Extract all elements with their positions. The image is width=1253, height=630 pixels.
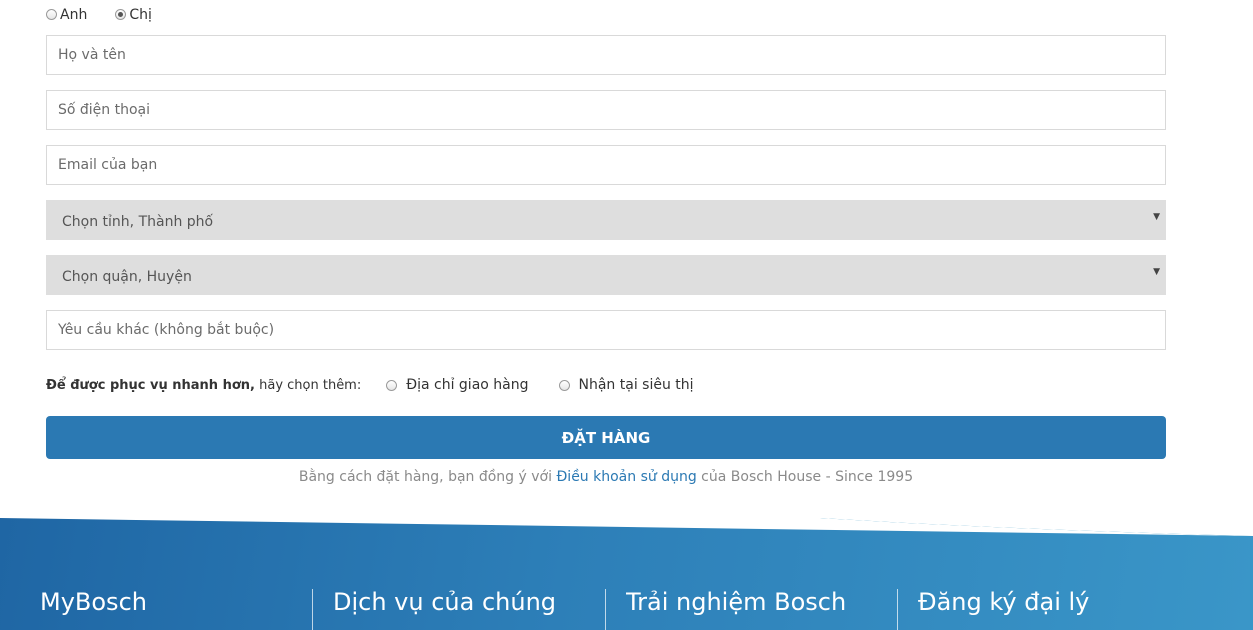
terms-text: Bằng cách đặt hàng, bạn đồng ý với Điều …: [46, 469, 1166, 485]
phone-placeholder: Số điện thoại: [58, 102, 151, 118]
phone-field[interactable]: Số điện thoại: [46, 90, 1166, 130]
note-placeholder: Yêu cầu khác (không bắt buộc): [58, 322, 275, 338]
radio-icon[interactable]: [558, 379, 570, 391]
email-placeholder: Email của bạn: [58, 157, 158, 173]
footer: MyBosch Dịch vụ của chúng Trải nghiệm Bo…: [0, 518, 1253, 630]
chevron-down-icon: ▼: [1153, 267, 1160, 277]
radio-icon[interactable]: [386, 379, 398, 391]
district-select-value: Chọn quận, Huyện: [62, 269, 192, 285]
footer-wave-decoration: [0, 518, 1253, 536]
gender-label-anh: Anh: [60, 7, 88, 23]
footer-heading-experience[interactable]: Trải nghiệm Bosch: [626, 588, 886, 630]
footer-heading-services[interactable]: Dịch vụ của chúng: [333, 588, 593, 630]
footer-divider: [897, 589, 898, 630]
delivery-label-address: Địa chỉ giao hàng: [406, 377, 529, 393]
name-placeholder: Họ và tên: [58, 47, 126, 63]
district-select[interactable]: Chọn quận, Huyện ▼: [46, 255, 1166, 295]
delivery-lead-rest: hãy chọn thêm:: [259, 377, 362, 393]
terms-link[interactable]: Điều khoản sử dụng: [556, 469, 696, 485]
delivery-lead-text: Để được phục vụ nhanh hơn, hãy chọn thêm…: [46, 378, 361, 393]
city-select[interactable]: Chọn tỉnh, Thành phố ▼: [46, 200, 1166, 240]
city-select-value: Chọn tỉnh, Thành phố: [62, 214, 214, 230]
footer-heading-mybosch[interactable]: MyBosch: [40, 588, 300, 630]
delivery-option-store[interactable]: Nhận tại siêu thị: [558, 377, 694, 393]
delivery-lead-bold: Để được phục vụ nhanh hơn,: [46, 377, 255, 393]
gender-label-chi: Chị: [129, 7, 152, 23]
delivery-label-store: Nhận tại siêu thị: [578, 377, 694, 393]
gender-selector: Anh Chị: [46, 5, 180, 25]
delivery-options: Để được phục vụ nhanh hơn, hãy chọn thêm…: [46, 375, 724, 395]
name-field[interactable]: Họ và tên: [46, 35, 1166, 75]
terms-suffix: của Bosch House - Since 1995: [701, 469, 914, 485]
footer-divider: [312, 589, 313, 630]
order-page: Anh Chị Họ và tên Số điện thoại Email củ…: [0, 0, 1253, 630]
radio-icon[interactable]: [46, 8, 57, 20]
footer-divider: [605, 589, 606, 630]
note-field[interactable]: Yêu cầu khác (không bắt buộc): [46, 310, 1166, 350]
gender-option-anh[interactable]: Anh: [46, 7, 87, 23]
delivery-option-address[interactable]: Địa chỉ giao hàng: [386, 377, 529, 393]
email-field[interactable]: Email của bạn: [46, 145, 1166, 185]
order-button[interactable]: ĐẶT HÀNG: [46, 416, 1166, 459]
footer-heading-dealer[interactable]: Đăng ký đại lý: [918, 588, 1218, 630]
terms-prefix: Bằng cách đặt hàng, bạn đồng ý với: [298, 469, 552, 485]
chevron-down-icon: ▼: [1153, 212, 1160, 222]
radio-checked-icon[interactable]: [115, 8, 127, 20]
gender-option-chi[interactable]: Chị: [115, 7, 152, 23]
